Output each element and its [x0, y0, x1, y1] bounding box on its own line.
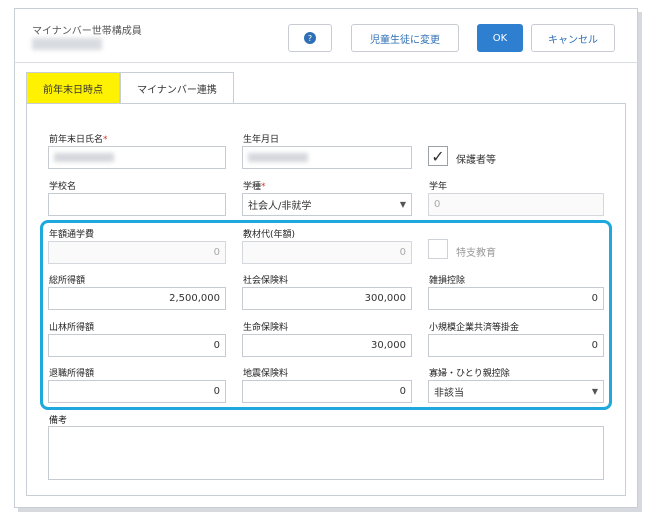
caret-down-icon: ▼	[399, 200, 406, 209]
ok-button[interactable]: OK	[477, 24, 523, 52]
dialog-title: マイナンバー世帯構成員	[32, 26, 142, 37]
notes-textarea[interactable]	[48, 426, 604, 480]
type-select[interactable]: 社会人/非就学 ▼	[242, 193, 412, 216]
type-value: 社会人/非就学	[248, 201, 312, 212]
cancel-button[interactable]: キャンセル	[531, 24, 615, 52]
birthday-label: 生年月日	[243, 135, 280, 145]
help-button[interactable]: ?	[288, 24, 332, 52]
grade-input: 0	[428, 193, 604, 216]
grade-label: 学年	[429, 182, 448, 192]
help-icon: ?	[304, 32, 316, 44]
change-to-student-button[interactable]: 児童生徒に変更	[351, 24, 459, 52]
header-divider	[14, 62, 638, 63]
guardian-label: 保護者等	[456, 155, 496, 166]
member-name-blurred	[32, 38, 102, 50]
notes-label: 備考	[49, 416, 68, 426]
tab-year-end[interactable]: 前年末日時点	[26, 72, 120, 104]
school-input[interactable]	[48, 193, 226, 216]
type-label: 学種*	[243, 182, 266, 192]
birthday-input[interactable]	[242, 146, 412, 169]
guardian-checkbox[interactable]: ✓	[428, 146, 448, 166]
tab-mynumber-link[interactable]: マイナンバー連携	[120, 72, 234, 104]
school-label: 学校名	[49, 182, 77, 192]
check-icon: ✓	[431, 146, 445, 166]
name-label: 前年末日氏名*	[49, 135, 108, 145]
name-input[interactable]	[48, 146, 226, 169]
highlight-box	[40, 220, 612, 410]
